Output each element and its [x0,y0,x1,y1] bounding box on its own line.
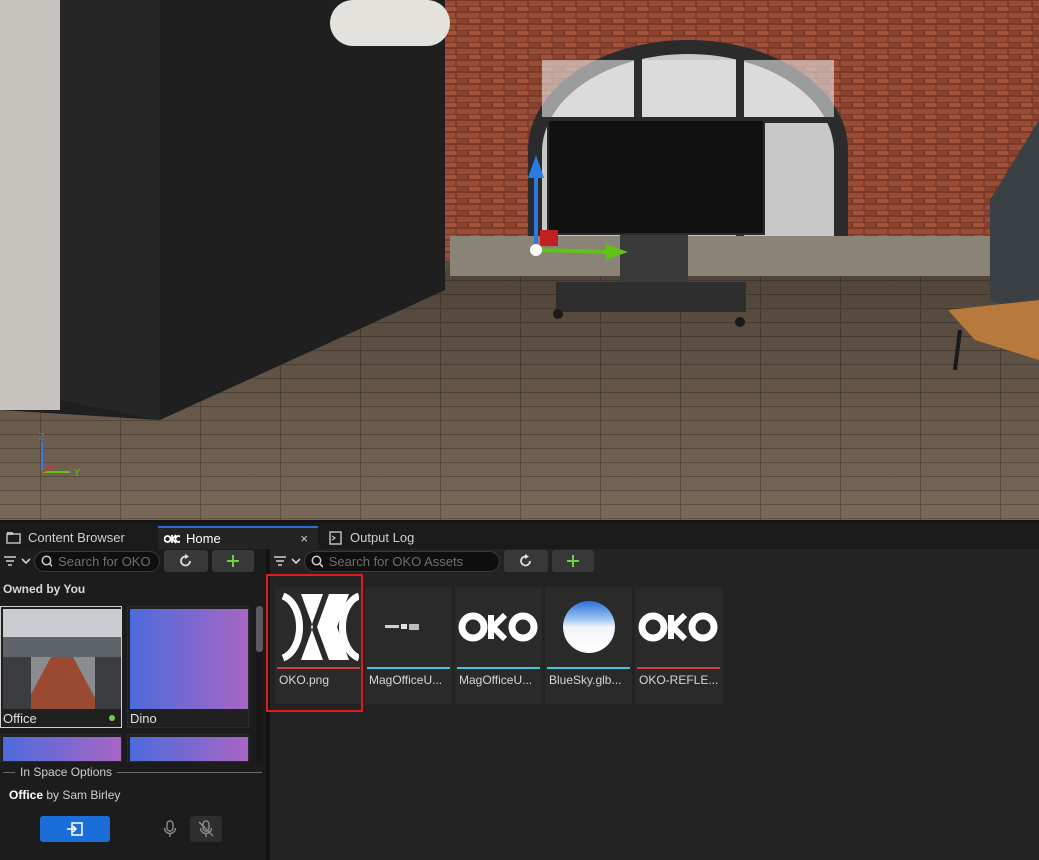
divider-line [117,771,262,773]
asset-thumbnail [635,587,722,667]
add-space-button[interactable] [212,550,254,572]
asset-type-bar [547,667,630,669]
floorplan-preview-icon [384,624,419,630]
mute-microphone-button[interactable] [190,816,222,842]
tab-output-log-label: Output Log [350,530,415,545]
asset-thumbnail [545,587,632,667]
tab-home[interactable]: Home × [158,526,318,549]
assets-panel: OKO.png MagOfficeU... MagOfficeU... Blue… [270,549,1039,860]
axis-y-label: Y [74,468,81,479]
add-asset-button[interactable] [552,550,594,572]
in-space-options-label: In Space Options [20,765,113,779]
assets-toolbar [270,549,594,573]
tab-home-label: Home [186,531,221,546]
plus-icon [227,555,239,567]
refresh-icon [520,554,531,567]
space-card-office[interactable]: Office [0,606,122,728]
tab-output-log[interactable]: Output Log [322,526,482,549]
microphone-muted-icon [198,820,214,837]
oko-logo-icon [281,592,359,662]
tab-content-browser-label: Content Browser [28,530,125,545]
assets-search [304,550,500,572]
assets-search-input[interactable] [328,553,499,569]
asset-type-bar [457,667,540,669]
space-owner: by Sam Birley [46,788,121,802]
divider-line [3,771,15,773]
assets-refresh-button[interactable] [504,550,548,572]
asset-type-bar [367,667,450,669]
asset-name: MagOfficeU... [459,673,533,687]
folder-icon [6,531,22,545]
space-thumbnail [130,737,248,761]
asset-name: MagOfficeU... [369,673,443,687]
space-card[interactable] [0,734,122,762]
microphone-icon [163,820,177,837]
search-icon [311,555,323,568]
sky-sphere-icon [562,601,615,653]
in-space-options-divider: In Space Options [0,764,266,780]
asset-tile[interactable]: BlueSky.glb... [545,587,632,704]
asset-thumbnail [365,587,452,667]
spaces-toolbar [0,549,254,573]
spaces-search-input[interactable] [58,553,159,569]
space-card[interactable] [127,734,249,762]
tab-bar: Content Browser Home × Output Log [0,523,1039,549]
spaces-panel: Owned by You Office Dino In Space Option… [0,549,266,860]
asset-name: OKO-REFLE... [639,673,719,687]
asset-type-bar [277,667,360,669]
owned-by-you-heading: Owned by You [3,582,86,596]
asset-tile[interactable]: OKO-REFLE... [635,587,722,704]
oko-wordmark-icon [458,612,537,642]
search-icon [41,555,53,567]
enter-icon [67,822,83,836]
space-thumbnail [3,609,121,709]
space-thumbnail [130,609,248,709]
spaces-scrollbar[interactable] [256,606,263,761]
asset-name: BlueSky.glb... [549,673,622,687]
viewport-scene [0,0,1039,520]
filter-icon [274,556,301,566]
level-viewport[interactable]: Z Y [0,0,1039,520]
space-card-dino[interactable]: Dino [127,606,249,728]
plus-icon [567,555,579,567]
filter-button[interactable] [0,550,34,572]
enter-space-button[interactable] [40,816,110,842]
refresh-button[interactable] [164,550,208,572]
asset-tile[interactable]: MagOfficeU... [365,587,452,704]
output-log-icon [328,530,344,545]
online-indicator [109,715,115,721]
oko-logo-icon [164,532,180,546]
current-space-info: Office by Sam Birley [9,788,120,802]
assets-filter-button[interactable] [270,550,304,572]
space-name: Office [3,711,37,726]
close-icon[interactable]: × [300,531,308,546]
scroll-thumb[interactable] [256,606,263,652]
asset-thumbnail [275,587,362,667]
microphone-button[interactable] [154,816,186,842]
space-thumbnail [3,737,121,761]
filter-icon [4,556,31,566]
current-space-name: Office [9,788,44,802]
asset-tile[interactable]: MagOfficeU... [455,587,542,704]
asset-type-bar [637,667,720,669]
tab-content-browser[interactable]: Content Browser [0,526,156,549]
axis-z-label: Z [38,432,45,443]
spaces-search [34,550,160,572]
axis-indicator: Z Y [34,432,84,482]
oko-wordmark-icon [638,612,717,642]
space-name: Dino [130,711,157,726]
refresh-icon [180,554,191,567]
asset-tile-oko-png[interactable]: OKO.png [275,587,362,704]
asset-thumbnail [455,587,542,667]
asset-name: OKO.png [279,673,330,687]
